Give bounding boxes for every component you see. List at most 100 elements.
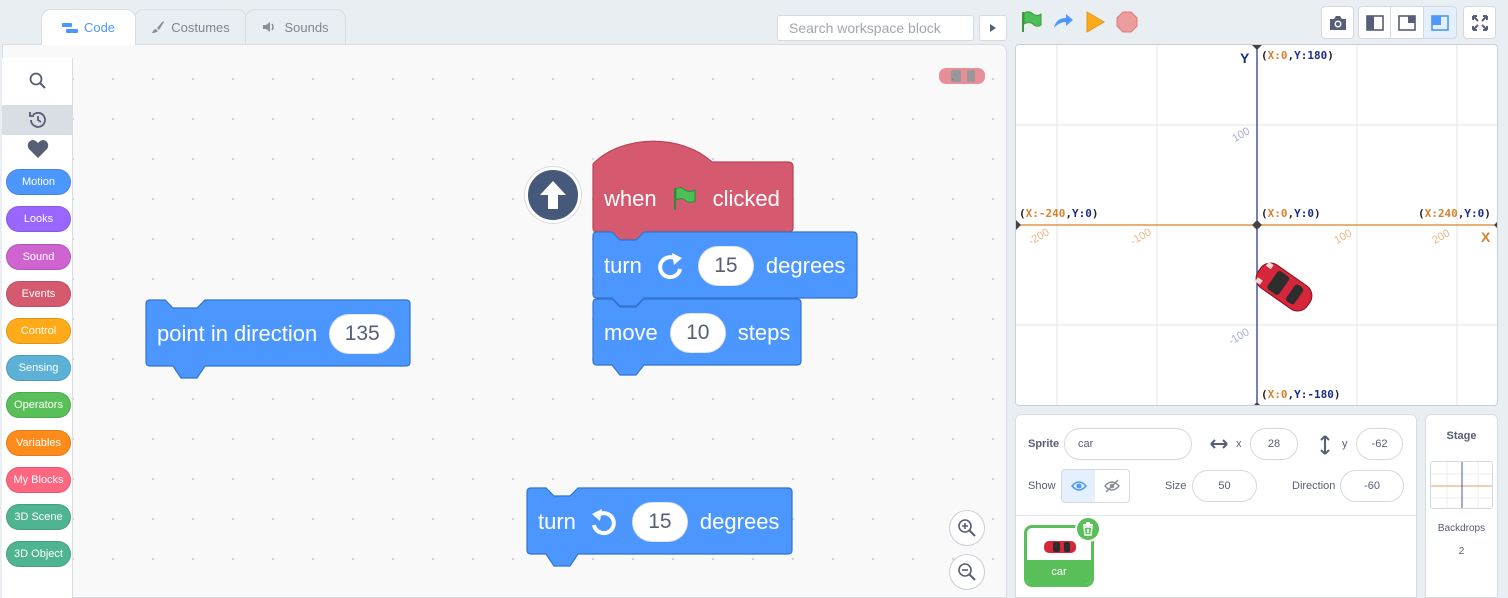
play-small-icon xyxy=(990,24,996,32)
block-palette: Motion Looks Sound Events Control Sensin… xyxy=(2,58,73,598)
size-label: Size xyxy=(1165,480,1187,492)
search-input[interactable]: Search workspace block xyxy=(777,15,974,41)
delete-sprite-button[interactable] xyxy=(1075,516,1101,542)
small-stage-button[interactable] xyxy=(1358,6,1391,39)
when-flag-clicked-block[interactable]: when clicked xyxy=(592,140,794,241)
stage-selector-pane[interactable]: Stage Backdrops 2 xyxy=(1425,414,1498,598)
move-steps-input[interactable]: 10 xyxy=(669,313,726,353)
backdrops-label: Backdrops xyxy=(1437,523,1486,534)
x-axis-label: X xyxy=(1481,229,1491,245)
zoom-in-icon xyxy=(958,519,976,537)
zoom-in-button[interactable] xyxy=(949,510,985,546)
car-sprite[interactable] xyxy=(1251,258,1316,315)
screenshot-button[interactable] xyxy=(1321,6,1354,39)
point-direction-label: point in direction xyxy=(157,321,318,346)
category-label: Motion xyxy=(21,176,56,188)
sprite-name-input[interactable]: car xyxy=(1064,428,1192,460)
speaker-icon xyxy=(262,20,278,34)
category-events[interactable]: Events xyxy=(6,281,71,307)
play-button[interactable] xyxy=(1083,10,1107,34)
current-sprite-indicator xyxy=(937,64,987,93)
tab-sounds[interactable]: Sounds xyxy=(245,9,346,44)
green-flag-icon xyxy=(1022,11,1042,32)
turn-degrees-input[interactable]: 15 xyxy=(697,246,754,286)
zoom-out-icon xyxy=(958,563,976,581)
heart-icon xyxy=(27,140,48,158)
brush-icon xyxy=(151,20,165,34)
degrees-label: degrees xyxy=(699,509,780,534)
category-sensing[interactable]: Sensing xyxy=(6,355,71,381)
large-stage-button[interactable] xyxy=(1424,6,1457,39)
layout-right-icon xyxy=(1398,14,1416,31)
step-button[interactable] xyxy=(1051,10,1075,34)
turn-degrees-input[interactable]: 15 xyxy=(631,502,688,542)
category-variables[interactable]: Variables xyxy=(6,430,71,456)
x-input[interactable]: 28 xyxy=(1250,428,1298,460)
category-label: Events xyxy=(21,288,56,300)
layout-left-icon xyxy=(1365,14,1384,31)
fullscreen-button[interactable] xyxy=(1463,6,1496,39)
coord-top: (X:0,Y:180) xyxy=(1261,49,1334,62)
category-my-blocks[interactable]: My Blocks xyxy=(6,467,71,493)
x-label: x xyxy=(1236,438,1242,450)
palette-favorites-button[interactable] xyxy=(2,134,73,164)
category-label: Control xyxy=(20,325,57,337)
category-motion[interactable]: Motion xyxy=(6,169,71,195)
turn-left-block[interactable]: turn 15 degrees xyxy=(526,487,793,567)
layout-large-icon xyxy=(1431,14,1449,31)
direction-input[interactable]: -60 xyxy=(1340,470,1404,502)
backdrops-count: 2 xyxy=(1458,546,1465,557)
fullscreen-icon xyxy=(1471,14,1488,31)
y-input[interactable]: -62 xyxy=(1356,428,1403,460)
palette-search-button[interactable] xyxy=(2,66,73,96)
stage-canvas[interactable]: Y X (X:0,Y:180) (X:-240,Y:0) (X:0,Y:0) (… xyxy=(1015,44,1498,406)
turn-label: turn xyxy=(604,253,642,278)
vertical-arrows-icon xyxy=(1319,435,1331,460)
sprite-label: Sprite xyxy=(1028,438,1060,450)
search-go-button[interactable] xyxy=(979,15,1007,41)
point-in-direction-block[interactable]: point in direction 135 xyxy=(145,299,411,379)
search-icon xyxy=(29,72,46,89)
show-hidden-button[interactable] xyxy=(1095,469,1130,503)
coord-bottom: (X:0,Y:-180) xyxy=(1261,388,1341,401)
arrow-up-icon xyxy=(540,181,566,209)
coord-origin: (X:0,Y:0) xyxy=(1261,207,1321,220)
turn-right-block[interactable]: turn 15 degrees xyxy=(592,231,858,307)
category-operators[interactable]: Operators xyxy=(6,392,71,418)
stage-grid xyxy=(1016,45,1497,405)
category-looks[interactable]: Looks xyxy=(6,206,71,232)
sprite-card-name: car xyxy=(1027,560,1091,584)
zoom-out-button[interactable] xyxy=(949,554,985,590)
y-label: y xyxy=(1342,438,1348,450)
camera-icon xyxy=(1329,15,1346,30)
coord-left: (X:-240,Y:0) xyxy=(1019,207,1099,220)
category-sound[interactable]: Sound xyxy=(6,244,71,270)
palette-recent-button[interactable] xyxy=(2,105,73,135)
category-3d-scene[interactable]: 3D Scene xyxy=(6,504,71,530)
normal-stage-button[interactable] xyxy=(1391,6,1424,39)
show-visible-button[interactable] xyxy=(1061,469,1096,503)
car-thumbnail xyxy=(1043,540,1077,559)
turn-label: turn xyxy=(538,509,576,534)
category-label: 3D Object xyxy=(14,548,63,560)
size-input[interactable]: 50 xyxy=(1192,470,1257,502)
tab-code[interactable]: Code xyxy=(41,9,136,45)
stop-button[interactable] xyxy=(1115,10,1139,34)
stage-thumbnail[interactable] xyxy=(1430,461,1493,509)
category-label: Variables xyxy=(15,437,62,449)
scroll-up-button[interactable] xyxy=(525,167,581,223)
category-label: Sound xyxy=(22,251,55,263)
category-label: Operators xyxy=(14,399,63,411)
category-control[interactable]: Control xyxy=(6,318,71,344)
eye-off-icon xyxy=(1104,479,1120,493)
move-steps-block[interactable]: move 10 steps xyxy=(592,298,802,376)
tab-sounds-label: Sounds xyxy=(284,19,329,35)
coord-right: (X:240,Y:0) xyxy=(1418,207,1491,220)
tab-costumes[interactable]: Costumes xyxy=(134,9,247,44)
green-flag-button[interactable] xyxy=(1019,10,1043,34)
category-label: 3D Scene xyxy=(14,511,63,523)
hat-clicked-label: clicked xyxy=(712,186,780,211)
category-3d-object[interactable]: 3D Object xyxy=(6,541,71,567)
direction-input[interactable]: 135 xyxy=(329,314,396,354)
hat-when-label: when xyxy=(604,186,657,211)
